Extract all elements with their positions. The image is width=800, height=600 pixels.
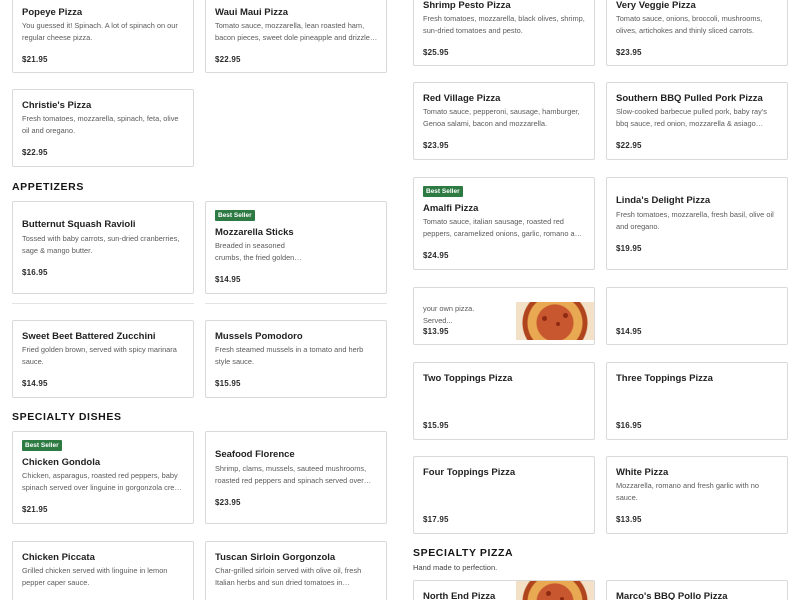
list-separator xyxy=(12,303,194,304)
item-price: $22.95 xyxy=(215,55,241,64)
menu-item-north-end-pizza[interactable]: North End Pizza xyxy=(413,580,595,600)
item-price: $14.95 xyxy=(616,327,642,336)
item-description: Breaded in seasoned crumbs, the fried go… xyxy=(215,241,295,262)
menu-item-partial-right[interactable]: $14.95 xyxy=(606,287,788,345)
best-seller-badge: Best Seller xyxy=(423,186,463,197)
item-price: $13.95 xyxy=(423,327,449,336)
item-description: your own pizza. Served... xyxy=(423,304,475,325)
item-price: $16.95 xyxy=(22,268,48,277)
item-description: Fresh tomatoes, mozzarella, fresh basil,… xyxy=(616,210,774,231)
pizza-photo xyxy=(516,581,594,600)
item-price: $14.95 xyxy=(215,275,241,284)
menu-item-white-pizza[interactable]: White Pizza Mozzarella, romano and fresh… xyxy=(606,456,788,534)
item-price: $19.95 xyxy=(616,244,642,253)
item-name: Mussels Pomodoro xyxy=(215,331,303,342)
item-price: $23.95 xyxy=(215,498,241,507)
item-description: Grilled chicken served with linguine in … xyxy=(22,566,168,587)
item-price: $21.95 xyxy=(22,55,48,64)
item-name: Three Toppings Pizza xyxy=(616,373,713,384)
menu-item-amalfi-pizza[interactable]: Best Seller Amalfi Pizza Tomato sauce, i… xyxy=(413,177,595,270)
item-description: Fried golden brown, served with spicy ma… xyxy=(22,345,177,366)
item-description: Tomato sauce, italian sausage, roasted r… xyxy=(423,217,583,238)
section-subheading: Hand made to perfection. xyxy=(413,563,498,572)
menu-item-red-village-pizza[interactable]: Red Village Pizza Tomato sauce, pepperon… xyxy=(413,82,595,160)
list-separator xyxy=(205,303,387,304)
pizza-photo xyxy=(516,302,594,340)
menu-item-seafood-florence[interactable]: Seafood Florence Shrimp, clams, mussels,… xyxy=(205,431,387,524)
item-name: Chicken Piccata xyxy=(22,552,95,563)
item-description: Tomato sauce, onions, broccoli, mushroom… xyxy=(616,14,763,35)
item-name: Southern BBQ Pulled Pork Pizza xyxy=(616,93,763,104)
menu-item-very-veggie-pizza[interactable]: Very Veggie Pizza Tomato sauce, onions, … xyxy=(606,0,788,66)
item-description: Mozzarella, romano and fresh garlic with… xyxy=(616,481,759,502)
item-price: $14.95 xyxy=(22,379,48,388)
item-price: $23.95 xyxy=(616,48,642,57)
item-name: Tuscan Sirloin Gorgonzola xyxy=(215,552,336,563)
item-description: Fresh tomatoes, mozzarella, spinach, fet… xyxy=(22,114,179,135)
item-price: $22.95 xyxy=(22,148,48,157)
menu-item-marcos-bbq-pollo-pizza[interactable]: Marco's BBQ Pollo Pizza xyxy=(606,580,788,600)
item-name: Christie's Pizza xyxy=(22,100,92,111)
menu-item-chicken-piccata[interactable]: Chicken Piccata Grilled chicken served w… xyxy=(12,541,194,600)
menu-item-popeye-pizza[interactable]: Popeye Pizza You guessed it! Spinach. A … xyxy=(12,0,194,73)
item-name: Waui Maui Pizza xyxy=(215,7,289,18)
item-price: $24.95 xyxy=(423,251,449,260)
menu-item-lindas-delight-pizza[interactable]: Linda's Delight Pizza Fresh tomatoes, mo… xyxy=(606,177,788,270)
item-name: Chicken Gondola xyxy=(22,457,101,468)
best-seller-badge: Best Seller xyxy=(22,440,62,451)
menu-item-waui-maui-pizza[interactable]: Waui Maui Pizza Tomato sauce, mozzarella… xyxy=(205,0,387,73)
item-name: Amalfi Pizza xyxy=(423,203,479,214)
item-description: Char-grilled sirloin served with olive o… xyxy=(215,566,362,587)
item-name: Popeye Pizza xyxy=(22,7,83,18)
item-description: Chicken, asparagus, roasted red peppers,… xyxy=(22,471,185,492)
item-name: Linda's Delight Pizza xyxy=(616,195,711,206)
item-price: $15.95 xyxy=(423,421,449,430)
item-price: $13.95 xyxy=(616,515,642,524)
item-name: Red Village Pizza xyxy=(423,93,501,104)
item-description: Tomato sauce, mozzarella, lean roasted h… xyxy=(215,21,370,42)
item-name: Two Toppings Pizza xyxy=(423,373,513,384)
item-name: Very Veggie Pizza xyxy=(616,0,696,11)
item-name: Butternut Squash Ravioli xyxy=(22,219,136,230)
menu-item-tuscan-sirloin-gorgonzola[interactable]: Tuscan Sirloin Gorgonzola Char-grilled s… xyxy=(205,541,387,600)
item-name: North End Pizza xyxy=(423,591,496,600)
item-description: Fresh tomatoes, mozzarella, black olives… xyxy=(423,14,585,35)
item-name: Sweet Beet Battered Zucchini xyxy=(22,331,156,342)
item-name: Seafood Florence xyxy=(215,449,295,460)
item-price: $15.95 xyxy=(215,379,241,388)
item-price: $17.95 xyxy=(423,515,449,524)
item-description: Fresh steamed mussels in a tomato and he… xyxy=(215,345,364,366)
menu-item-two-toppings-pizza[interactable]: Two Toppings Pizza $15.95 xyxy=(413,362,595,440)
menu-item-chicken-gondola[interactable]: Best Seller Chicken Gondola Chicken, asp… xyxy=(12,431,194,524)
item-price: $16.95 xyxy=(616,421,642,430)
section-heading-specialty-dishes: SPECIALTY DISHES xyxy=(12,411,122,423)
menu-item-four-toppings-pizza[interactable]: Four Toppings Pizza $17.95 xyxy=(413,456,595,534)
best-seller-badge: Best Seller xyxy=(215,210,255,221)
menu-item-three-toppings-pizza[interactable]: Three Toppings Pizza $16.95 xyxy=(606,362,788,440)
item-name: Mozzarella Sticks xyxy=(215,227,294,238)
item-price: $23.95 xyxy=(423,141,449,150)
item-description: Tossed with baby carrots, sun-dried cran… xyxy=(22,234,180,255)
item-description: You guessed it! Spinach. A lot of spinac… xyxy=(22,21,178,42)
menu-item-christies-pizza[interactable]: Christie's Pizza Fresh tomatoes, mozzare… xyxy=(12,89,194,167)
item-description: Slow-cooked barbecue pulled pork, baby r… xyxy=(616,107,767,128)
section-heading-specialty-pizza: SPECIALTY PIZZA xyxy=(413,547,514,559)
item-name: Shrimp Pesto Pizza xyxy=(423,0,511,11)
item-price: $21.95 xyxy=(22,505,48,514)
item-price: $25.95 xyxy=(423,48,449,57)
item-description: Shrimp, clams, mussels, sauteed mushroom… xyxy=(215,464,367,485)
menu-item-shrimp-pesto-pizza[interactable]: Shrimp Pesto Pizza Fresh tomatoes, mozza… xyxy=(413,0,595,66)
item-price: $22.95 xyxy=(616,141,642,150)
menu-item-butternut-squash-ravioli[interactable]: Butternut Squash Ravioli Tossed with bab… xyxy=(12,201,194,294)
item-name: Four Toppings Pizza xyxy=(423,467,516,478)
item-description: Tomato sauce, pepperoni, sausage, hambur… xyxy=(423,107,580,128)
section-heading-appetizers: APPETIZERS xyxy=(12,181,84,193)
item-name: White Pizza xyxy=(616,467,669,478)
menu-item-mussels-pomodoro[interactable]: Mussels Pomodoro Fresh steamed mussels i… xyxy=(205,320,387,398)
menu-item-build-your-own-pizza[interactable]: your own pizza. Served... $13.95 xyxy=(413,287,595,345)
item-name: Marco's BBQ Pollo Pizza xyxy=(616,591,728,600)
menu-item-southern-bbq-pizza[interactable]: Southern BBQ Pulled Pork Pizza Slow-cook… xyxy=(606,82,788,160)
menu-item-sweet-beet-zucchini[interactable]: Sweet Beet Battered Zucchini Fried golde… xyxy=(12,320,194,398)
menu-item-mozzarella-sticks[interactable]: Best Seller Mozzarella Sticks Breaded in… xyxy=(205,201,387,294)
